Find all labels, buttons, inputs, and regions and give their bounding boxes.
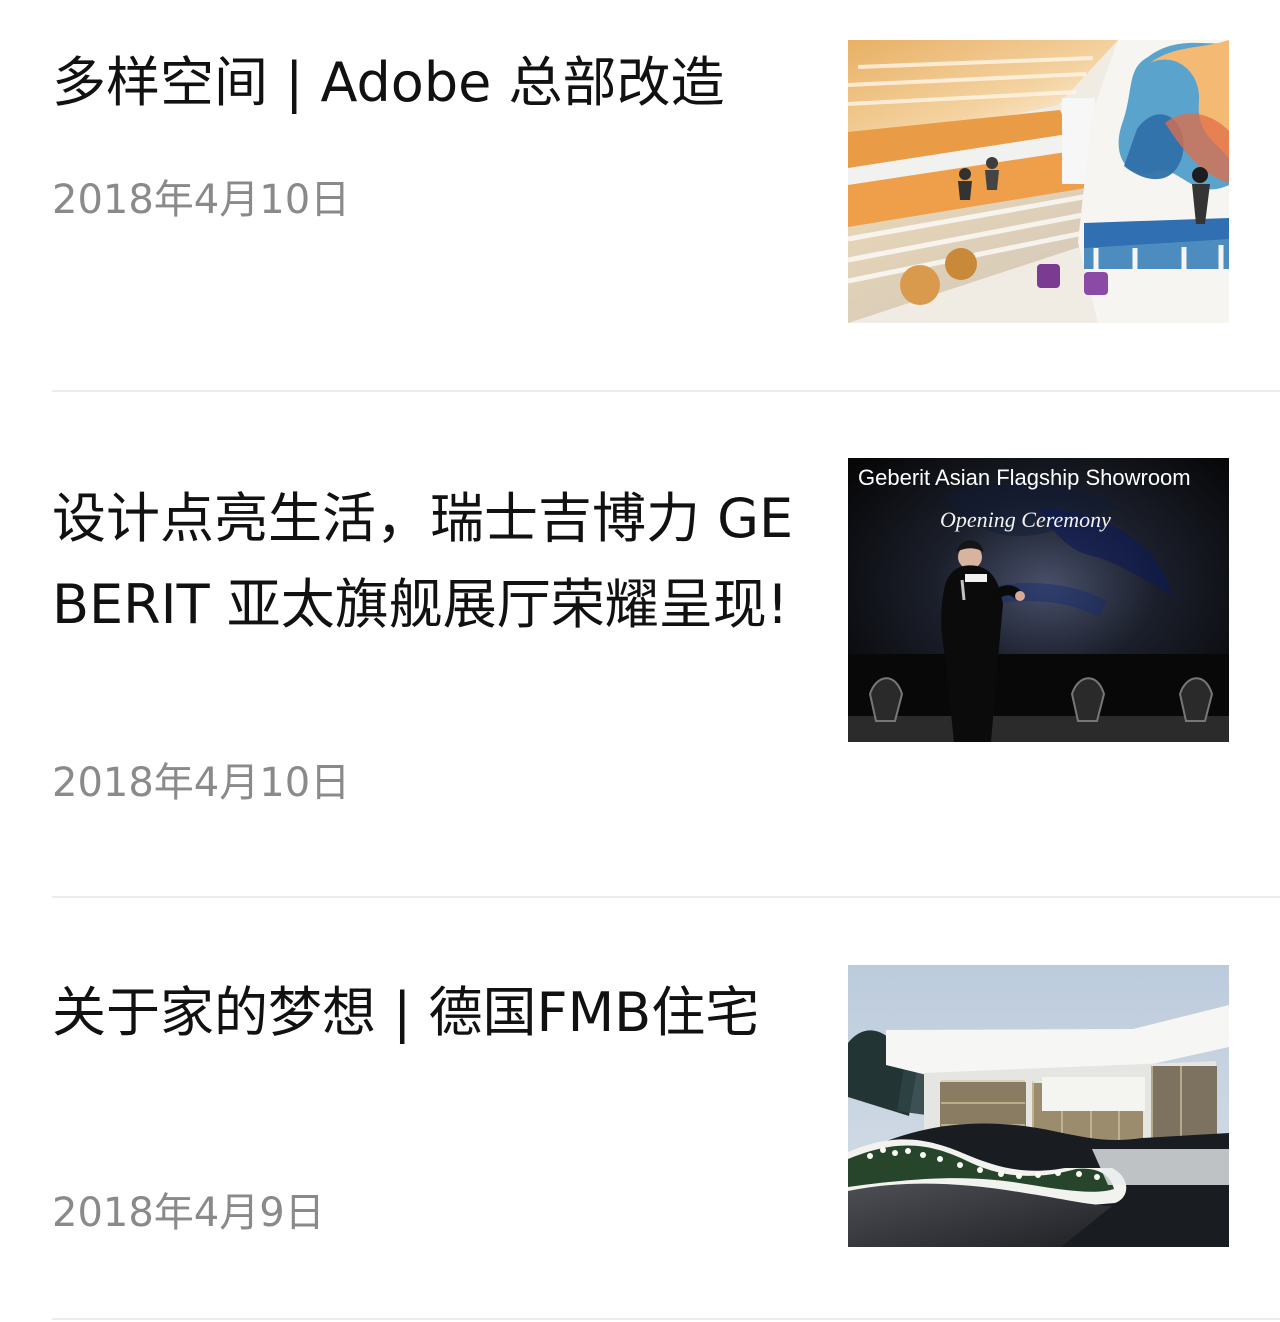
article-title[interactable]: 多样空间 | Adobe 总部改造 <box>52 40 800 126</box>
article-item[interactable]: 关于家的梦想 | 德国FMB住宅 2018年4月9日 <box>0 898 1280 1322</box>
article-title[interactable]: 设计点亮生活，瑞士吉博力 GEBERIT 亚太旗舰展厅荣耀呈现! <box>52 476 800 648</box>
article-item[interactable]: 设计点亮生活，瑞士吉博力 GEBERIT 亚太旗舰展厅荣耀呈现! 2018年4月… <box>0 392 1280 898</box>
article-date: 2018年4月10日 <box>52 760 351 806</box>
thumbnail-subcaption: Opening Ceremony <box>940 507 1111 532</box>
thumbnail-caption: Geberit Asian Flagship Showroom <box>858 465 1191 490</box>
article-date: 2018年4月10日 <box>52 177 351 223</box>
modern-house-photo-icon <box>848 965 1229 1247</box>
article-thumbnail[interactable] <box>848 40 1229 323</box>
article-date: 2018年4月9日 <box>52 1190 325 1236</box>
article-thumbnail[interactable] <box>848 965 1229 1247</box>
presenter-stage-photo-icon <box>848 458 1229 742</box>
article-title[interactable]: 关于家的梦想 | 德国FMB住宅 <box>52 970 800 1056</box>
article-list: 多样空间 | Adobe 总部改造 2018年4月10日 设计点亮生活，瑞士吉博… <box>0 0 1280 1322</box>
office-atrium-photo-icon <box>848 40 1229 323</box>
article-divider <box>52 1318 1280 1320</box>
article-item[interactable]: 多样空间 | Adobe 总部改造 2018年4月10日 <box>0 0 1280 392</box>
article-thumbnail[interactable]: Geberit Asian Flagship Showroom Opening … <box>848 458 1229 742</box>
